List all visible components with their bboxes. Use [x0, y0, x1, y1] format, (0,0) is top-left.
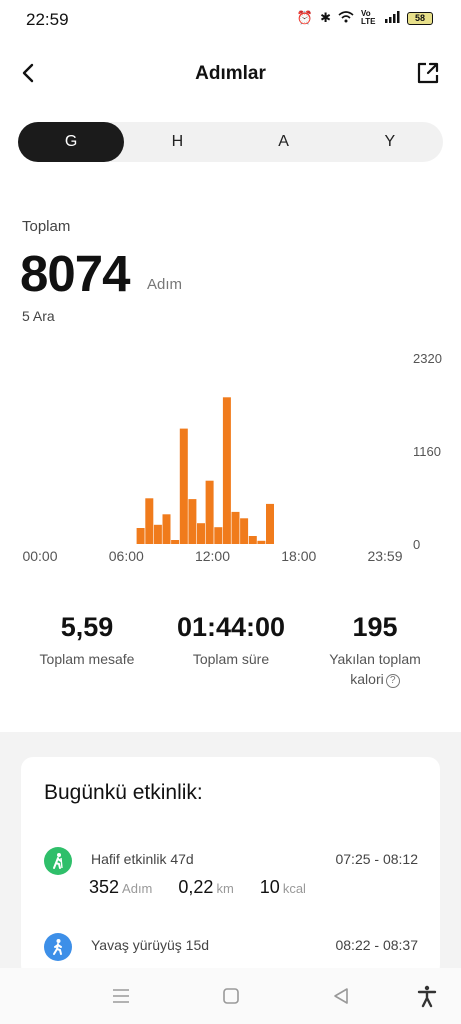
stat-calories-value: 195 — [352, 612, 398, 642]
page-title: Adımlar — [195, 63, 266, 84]
share-button[interactable] — [413, 58, 443, 88]
stat-duration-value: 01:44:00 — [176, 612, 286, 642]
x-tick-label: 18:00 — [281, 548, 316, 564]
x-tick-label: 23:59 — [367, 548, 402, 564]
activity-name: Hafif etkinlik 47d — [91, 851, 194, 867]
activity-kcal-unit: kcal — [282, 881, 306, 896]
activity-item[interactable]: Hafif etkinlik 47d 07:25 - 08:12 352 Adım… — [21, 847, 440, 917]
menu-button[interactable] — [109, 984, 133, 1008]
x-tick-label: 06:00 — [109, 548, 144, 564]
signal-icon — [384, 10, 400, 26]
chart-bar[interactable] — [248, 536, 257, 544]
stat-calories: 195 Yakılan toplam kalori? — [315, 612, 435, 689]
stats-row: 5,59 Toplam mesafe 01:44:00 Toplam süre … — [0, 612, 461, 702]
share-icon — [417, 62, 439, 84]
battery-icon: 58 — [407, 11, 433, 25]
chart-bar[interactable] — [266, 503, 274, 544]
chart-bar[interactable] — [188, 499, 197, 544]
tab-month[interactable]: A — [231, 122, 337, 162]
total-label: Toplam — [22, 218, 71, 235]
chart-bar[interactable] — [179, 428, 188, 544]
stat-calories-label-line1: Yakılan toplam — [329, 651, 421, 667]
chart-bar[interactable] — [153, 524, 162, 544]
status-time: 22:59 — [26, 10, 69, 29]
y-tick-label: 0 — [413, 537, 420, 552]
chart-bar[interactable] — [171, 540, 180, 544]
activity-name: Yavaş yürüyüş 15d — [91, 937, 210, 953]
volte-label: Vo LTE — [361, 9, 376, 26]
alarm-icon: ⏰ — [296, 10, 314, 25]
hiker-icon — [44, 847, 72, 875]
chart-bar[interactable] — [231, 511, 240, 544]
accessibility-button[interactable] — [415, 984, 439, 1008]
chart-bar[interactable] — [214, 527, 223, 544]
bluetooth-icon: ✱ — [320, 10, 331, 25]
chart-bar[interactable] — [240, 518, 249, 544]
steps-bar-chart[interactable]: 00:00 06:00 12:00 18:00 23:59 2320 1160 0 — [0, 340, 461, 570]
status-bar: 22:59 ⏰ ✱ Vo LTE 58 — [0, 0, 461, 40]
chart-bar[interactable] — [205, 480, 214, 544]
chart-bar[interactable] — [136, 528, 145, 544]
stat-duration: 01:44:00 Toplam süre — [161, 612, 301, 669]
help-icon[interactable]: ? — [385, 674, 400, 688]
chart-bar[interactable] — [145, 498, 154, 544]
activity-title: Bugünkü etkinlik: — [44, 781, 203, 804]
activity-time: 07:25 - 08:12 — [335, 851, 418, 867]
tab-day[interactable]: G — [18, 122, 125, 162]
activity-steps: 352 — [89, 877, 120, 897]
back-nav-button[interactable] — [329, 984, 353, 1008]
activity-steps-unit: Adım — [122, 881, 153, 896]
status-icons: ⏰ ✱ Vo LTE 58 — [297, 10, 433, 26]
walker-icon — [44, 933, 72, 961]
chart-bar[interactable] — [222, 397, 231, 544]
system-nav-bar — [0, 968, 461, 1024]
x-tick-label: 00:00 — [22, 548, 57, 564]
chart-bar[interactable] — [162, 514, 171, 544]
stat-calories-label: Yakılan toplam kalori? — [315, 649, 435, 689]
y-tick-label: 1160 — [413, 444, 441, 459]
activity-kcal: 10 — [259, 877, 280, 897]
activity-distance-unit: km — [216, 881, 234, 896]
stat-distance-label: Toplam mesafe — [39, 651, 135, 667]
summary-date: 5 Ara — [22, 308, 55, 324]
y-tick-label: 2320 — [413, 351, 442, 366]
stat-distance-value: 5,59 — [60, 612, 114, 642]
chart-bar[interactable] — [197, 523, 205, 544]
period-tabs: G H A Y — [18, 122, 443, 162]
total-steps-unit: Adım — [147, 276, 183, 293]
activity-distance: 0,22 — [178, 877, 214, 897]
activity-time: 08:22 - 08:37 — [335, 937, 418, 953]
menu-icon — [113, 989, 129, 1003]
accessibility-icon — [417, 985, 437, 1008]
total-steps-value: 8074 — [20, 245, 130, 302]
triangle-back-icon — [334, 988, 348, 1004]
activity-card: Bugünkü etkinlik: Hafif etkinlik 47d 07:… — [21, 757, 440, 977]
x-tick-label: 12:00 — [195, 548, 230, 564]
activity-metrics: 352 Adım 0,22 km 10 kcal — [89, 877, 332, 898]
chart-bar[interactable] — [257, 540, 266, 544]
tab-year[interactable]: Y — [337, 122, 443, 162]
home-button[interactable] — [219, 984, 243, 1008]
stat-calories-label-line2: kalori — [350, 671, 384, 687]
stat-duration-label: Toplam süre — [192, 651, 270, 667]
tab-week[interactable]: H — [124, 122, 230, 162]
stat-distance: 5,59 Toplam mesafe — [22, 612, 152, 669]
home-square-icon — [223, 988, 239, 1004]
wifi-icon — [338, 10, 354, 26]
top-app-bar: Adımlar — [0, 50, 461, 98]
